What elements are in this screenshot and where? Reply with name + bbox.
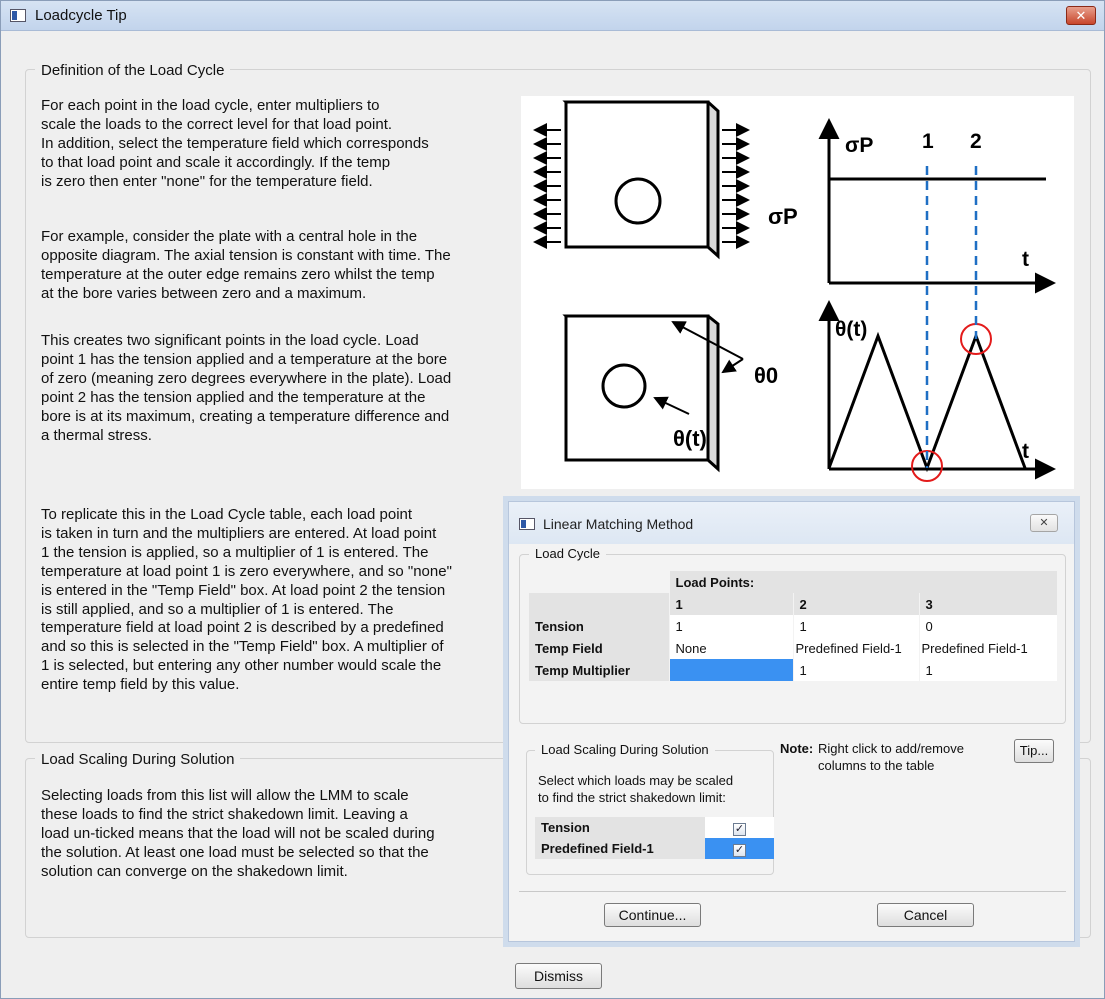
continue-button[interactable]: Continue... <box>604 903 701 927</box>
cell-temp-multiplier-1[interactable] <box>669 659 794 681</box>
point-2-label: 2 <box>970 130 982 153</box>
dialog-app-icon <box>519 518 535 530</box>
top-plate: σP <box>533 100 798 260</box>
cell-tension-3[interactable]: 0 <box>919 615 1058 637</box>
table-row-temp-field: Temp Field None Predefined Field-1 Prede… <box>529 637 1058 659</box>
app-icon <box>10 9 26 22</box>
loadcycle-tip-window: Loadcycle Tip ✕ Definition of the Load C… <box>0 0 1105 999</box>
sigma-p-label: σP <box>768 204 798 229</box>
load-points-header: Load Points: <box>669 571 1058 593</box>
cancel-button[interactable]: Cancel <box>877 903 974 927</box>
load-cycle-legend: Load Cycle <box>529 546 607 561</box>
dialog-scaling-text: Select which loads may be scaled to find… <box>538 773 734 805</box>
scaling-item-predefined-field: Predefined Field-1 ✓ <box>535 838 774 859</box>
theta0-label: θ0 <box>754 363 778 388</box>
sigma-graph: σP 1 2 t <box>818 118 1056 294</box>
definition-paragraph-2: For example, consider the plate with a c… <box>41 228 451 302</box>
sigma-axis-label: σP <box>845 134 873 157</box>
theta-t-axis-label: θ(t) <box>835 318 867 341</box>
dialog-separator <box>519 891 1066 892</box>
window-title: Loadcycle Tip <box>35 7 127 24</box>
definition-paragraph-4: To replicate this in the Load Cycle tabl… <box>41 506 452 694</box>
cell-temp-field-1[interactable]: None <box>669 637 794 659</box>
linear-matching-method-dialog: Linear Matching Method ✕ Load Cycle Load… <box>508 501 1075 942</box>
window-titlebar[interactable]: Loadcycle Tip ✕ <box>1 1 1104 31</box>
dismiss-button[interactable]: Dismiss <box>515 963 602 989</box>
scaling-item-tension: Tension ✓ <box>535 817 774 838</box>
window-close-button[interactable]: ✕ <box>1066 6 1096 25</box>
load-cycle-diagram-svg: σP θ0 θ(t) σP 1 2 t θ(t) t <box>533 100 1056 482</box>
cell-temp-field-2[interactable]: Predefined Field-1 <box>793 637 920 659</box>
dialog-title: Linear Matching Method <box>543 516 694 532</box>
scaling-item-predefined-field-label: Predefined Field-1 <box>535 838 705 859</box>
predefined-field-checkbox[interactable]: ✓ <box>733 843 746 857</box>
bottom-plate: θ0 θ(t) <box>562 314 778 473</box>
cell-temp-multiplier-3[interactable]: 1 <box>919 659 1058 681</box>
theta-graph: θ(t) t <box>818 300 1056 482</box>
load-cycle-diagram: σP θ0 θ(t) σP 1 2 t θ(t) t <box>521 96 1074 489</box>
theta-t-left-label: θ(t) <box>673 426 707 451</box>
point-1-label: 1 <box>922 130 934 153</box>
column-header-3[interactable]: 3 <box>919 593 1058 615</box>
t-axis-bottom-label: t <box>1022 440 1029 463</box>
note-label: Note: <box>780 741 814 756</box>
scaling-paragraph: Selecting loads from this list will allo… <box>41 787 435 880</box>
definition-legend: Definition of the Load Cycle <box>35 62 231 79</box>
column-header-2[interactable]: 2 <box>793 593 920 615</box>
scaling-item-tension-label: Tension <box>535 817 705 838</box>
scaling-list: Tension ✓ Predefined Field-1 ✓ <box>535 817 774 859</box>
cell-temp-multiplier-2[interactable]: 1 <box>793 659 920 681</box>
cell-tension-1[interactable]: 1 <box>669 615 794 637</box>
dialog-close-button[interactable]: ✕ <box>1030 514 1058 532</box>
scaling-legend: Load Scaling During Solution <box>35 751 241 768</box>
dialog-titlebar[interactable]: Linear Matching Method ✕ <box>509 502 1074 544</box>
tip-button[interactable]: Tip... <box>1014 739 1054 763</box>
column-header-1[interactable]: 1 <box>669 593 794 615</box>
cell-temp-field-3[interactable]: Predefined Field-1 <box>919 637 1058 659</box>
definition-paragraph-3: This creates two significant points in t… <box>41 332 452 444</box>
dialog-scaling-legend: Load Scaling During Solution <box>535 742 715 757</box>
tension-checkbox[interactable]: ✓ <box>733 822 746 836</box>
cell-tension-2[interactable]: 1 <box>793 615 920 637</box>
table-row-temp-multiplier: Temp Multiplier 1 1 <box>529 659 1058 681</box>
table-row-tension: Tension 1 1 0 <box>529 615 1058 637</box>
row-label-temp-field: Temp Field <box>529 637 670 659</box>
definition-paragraph-1: For each point in the load cycle, enter … <box>41 97 429 190</box>
t-axis-top-label: t <box>1022 248 1029 271</box>
note-text: Right click to add/remove columns to the… <box>818 741 964 773</box>
row-label-temp-multiplier: Temp Multiplier <box>529 659 670 681</box>
row-label-tension: Tension <box>529 615 670 637</box>
load-cycle-table: Load Points: 1 2 3 Tension 1 1 0 Temp Fi… <box>529 571 1058 681</box>
